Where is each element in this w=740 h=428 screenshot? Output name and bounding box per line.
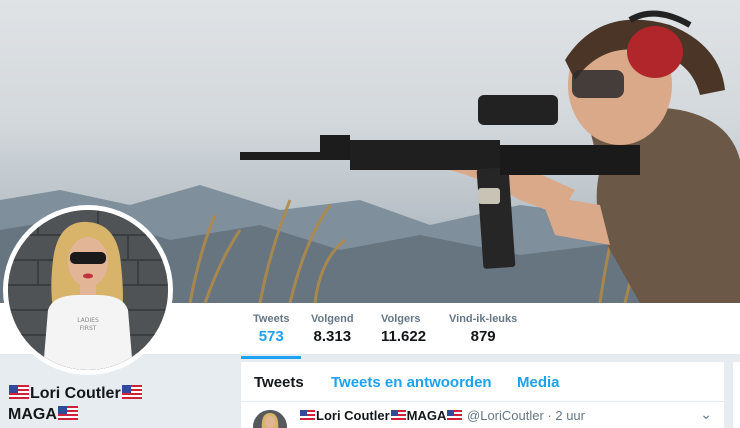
stat-value: 573 [258, 328, 284, 345]
stat-followers[interactable]: Volgers 11.622 [381, 313, 426, 345]
sidebar-edge [733, 362, 740, 428]
tab-tweets[interactable]: Tweets [254, 374, 304, 391]
timeline-tabs: Tweets Tweets en antwoorden Media [241, 362, 724, 402]
tweet-author-suffix[interactable]: MAGA [407, 408, 447, 423]
tweet-handle[interactable]: @LoriCoutler [467, 408, 544, 423]
tweet-avatar[interactable] [253, 410, 287, 428]
stat-value: 8.313 [313, 328, 352, 345]
chevron-down-icon[interactable]: ⌄ [700, 406, 712, 423]
timeline-card: Tweets Tweets en antwoorden Media Lori C… [241, 362, 724, 428]
us-flag-icon [447, 410, 463, 421]
tab-tweets-and-replies[interactable]: Tweets en antwoorden [331, 374, 492, 391]
tab-media[interactable]: Media [517, 374, 560, 391]
profile-name-suffix: MAGA [8, 406, 57, 423]
tweet-author-name[interactable]: Lori Coutler [316, 408, 390, 423]
tweet-time[interactable]: · 2 uur [547, 408, 585, 423]
tweet-header: Lori Coutler MAGA @LoriCoutler · 2 uur [299, 408, 585, 423]
svg-text:FIRST: FIRST [80, 325, 97, 332]
tweet-item[interactable]: Lori Coutler MAGA @LoriCoutler · 2 uur ⌄ [241, 402, 724, 428]
stat-value: 11.622 [381, 328, 427, 345]
avatar-photo: LADIES FIRST [8, 210, 168, 370]
stat-following[interactable]: Volgend 8.313 [311, 313, 354, 345]
stat-label: Volgend [311, 313, 354, 325]
stat-value: 879 [470, 328, 496, 345]
us-flag-icon [121, 385, 142, 399]
us-flag-icon [9, 385, 29, 399]
stat-label: Volgers [381, 313, 421, 325]
stat-label: Tweets [253, 313, 290, 325]
profile-avatar[interactable]: LADIES FIRST [3, 205, 173, 375]
stat-label: Vind-ik-leuks [449, 313, 518, 325]
stat-tweets[interactable]: Tweets 573 [240, 313, 303, 359]
us-flag-icon [57, 406, 78, 420]
us-flag-icon [390, 410, 406, 421]
profile-name-text: Lori Coutler [30, 385, 121, 402]
us-flag-icon [300, 410, 315, 421]
profile-name[interactable]: Lori Coutler MAGA [8, 383, 168, 425]
svg-text:LADIES: LADIES [77, 317, 99, 324]
stat-likes[interactable]: Vind-ik-leuks 879 [449, 313, 517, 345]
